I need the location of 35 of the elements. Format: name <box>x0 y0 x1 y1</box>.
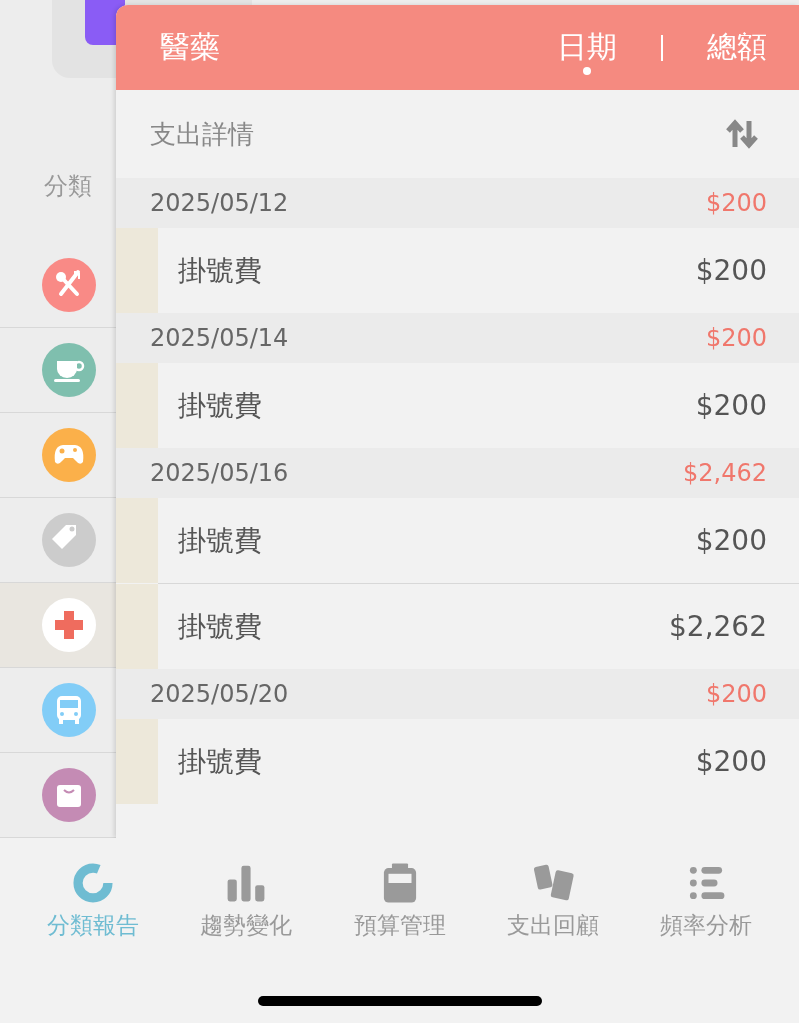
sort-tab[interactable]: 總額 <box>707 20 767 75</box>
tab-bar-item[interactable]: 預算管理 <box>322 860 477 941</box>
expense-amount: $200 <box>695 745 767 778</box>
panel-title: 醫藥 <box>160 28 221 66</box>
expense-row[interactable]: 掛號費 $200 <box>158 228 799 313</box>
date-label: 2025/05/12 <box>150 189 289 217</box>
day-total: $2,462 <box>683 459 767 487</box>
tab-bar-item[interactable]: 分類報告 <box>16 860 170 941</box>
expense-row[interactable]: 掛號費 $200 <box>158 363 799 448</box>
date-label: 2025/05/16 <box>150 459 289 487</box>
day-total: $200 <box>705 324 767 352</box>
tab-bar-item[interactable]: 支出回顧 <box>476 860 630 941</box>
category-row[interactable] <box>0 583 116 668</box>
expense-name: 掛號費 <box>178 608 262 645</box>
expense-row[interactable]: 掛號費 $200 <box>158 498 799 583</box>
sort-icon[interactable] <box>725 119 759 149</box>
expense-amount: $2,262 <box>669 610 767 643</box>
section-label: 分類 <box>44 171 93 202</box>
date-label: 2025/05/20 <box>150 680 289 708</box>
expense-name: 掛號費 <box>178 743 262 780</box>
tab-bar-item[interactable]: 趨勢變化 <box>169 860 323 941</box>
expense-row[interactable]: 掛號費 $200 <box>158 719 799 804</box>
expense-amount: $200 <box>695 254 767 287</box>
expense-row[interactable]: 掛號費 $2,262 <box>158 584 799 669</box>
expense-name: 掛號費 <box>178 387 262 424</box>
expense-name: 掛號費 <box>178 252 262 289</box>
day-total: $200 <box>705 189 767 217</box>
expense-name: 掛號費 <box>178 522 262 559</box>
date-label: 2025/05/14 <box>150 324 289 352</box>
expense-amount: $200 <box>695 389 767 422</box>
expense-amount: $200 <box>695 524 767 557</box>
section-title: 支出詳情 <box>150 117 254 151</box>
day-total: $200 <box>705 680 767 708</box>
sort-tab[interactable]: 日期 <box>557 20 617 75</box>
tab-bar-item[interactable]: 頻率分析 <box>629 860 784 941</box>
